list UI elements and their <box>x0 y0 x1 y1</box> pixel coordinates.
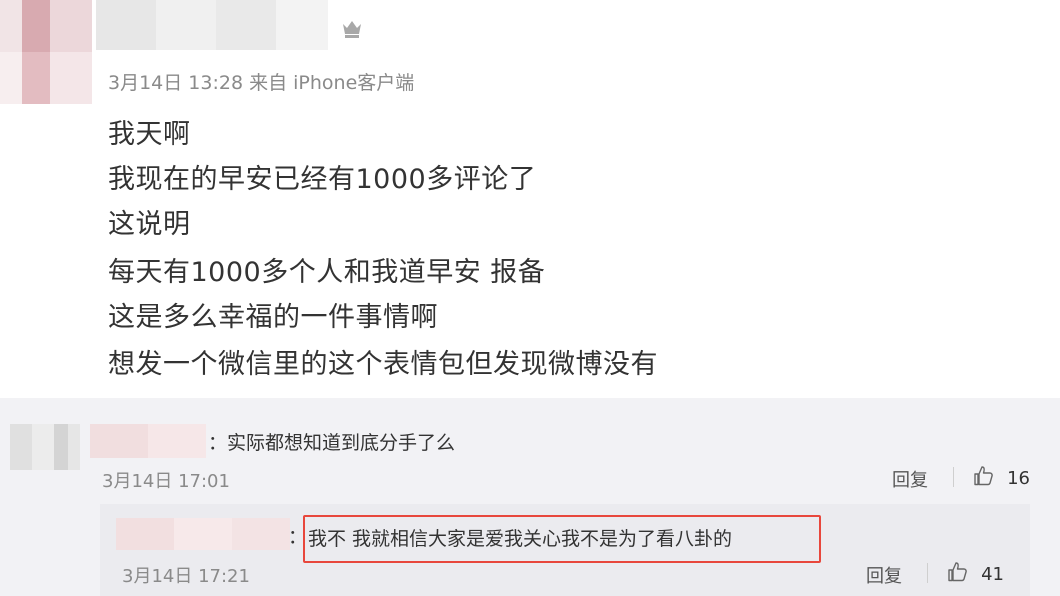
commenter-avatar[interactable] <box>10 424 80 470</box>
post-line-5: 这是多么幸福的一件事情啊 <box>108 302 438 333</box>
crown-icon <box>340 16 364 40</box>
poster-name-blurred[interactable] <box>96 0 328 50</box>
post-line-6: 想发一个微信里的这个表情包但发现微博没有 <box>108 349 658 380</box>
reply-reply-button[interactable]: 回复 <box>866 562 902 588</box>
reply-like-button[interactable]: 41 <box>946 560 1004 586</box>
reply-like-count: 41 <box>981 563 1004 585</box>
thumbs-up-icon <box>946 560 970 588</box>
comment-action-divider <box>953 467 954 487</box>
post-line-3: 这说明 <box>108 209 191 240</box>
comment-like-count: 16 <box>1007 467 1030 489</box>
comment-text: ：实际都想知道到底分手了么 <box>208 432 456 454</box>
post-timestamp-source: 3月14日 13:28 来自 iPhone客户端 <box>108 72 415 94</box>
thumbs-up-icon <box>972 464 996 492</box>
post-line-2: 我现在的早安已经有1000多评论了 <box>108 164 537 195</box>
reply-text: 我不 我就相信大家是爱我关心我不是为了看八卦的 <box>308 528 733 550</box>
post-line-4: 每天有1000多个人和我道早安 报备 <box>108 257 546 288</box>
replier-name-blurred[interactable] <box>116 518 290 550</box>
reply-time: 3月14日 17:21 <box>122 566 250 587</box>
commenter-name-blurred[interactable] <box>90 424 206 458</box>
reply-action-divider <box>927 563 928 583</box>
comment-like-button[interactable]: 16 <box>972 464 1030 490</box>
comment-reply-button[interactable]: 回复 <box>892 466 928 492</box>
poster-avatar[interactable] <box>0 0 92 104</box>
post-line-1: 我天啊 <box>108 119 191 150</box>
comment-time: 3月14日 17:01 <box>102 471 230 492</box>
